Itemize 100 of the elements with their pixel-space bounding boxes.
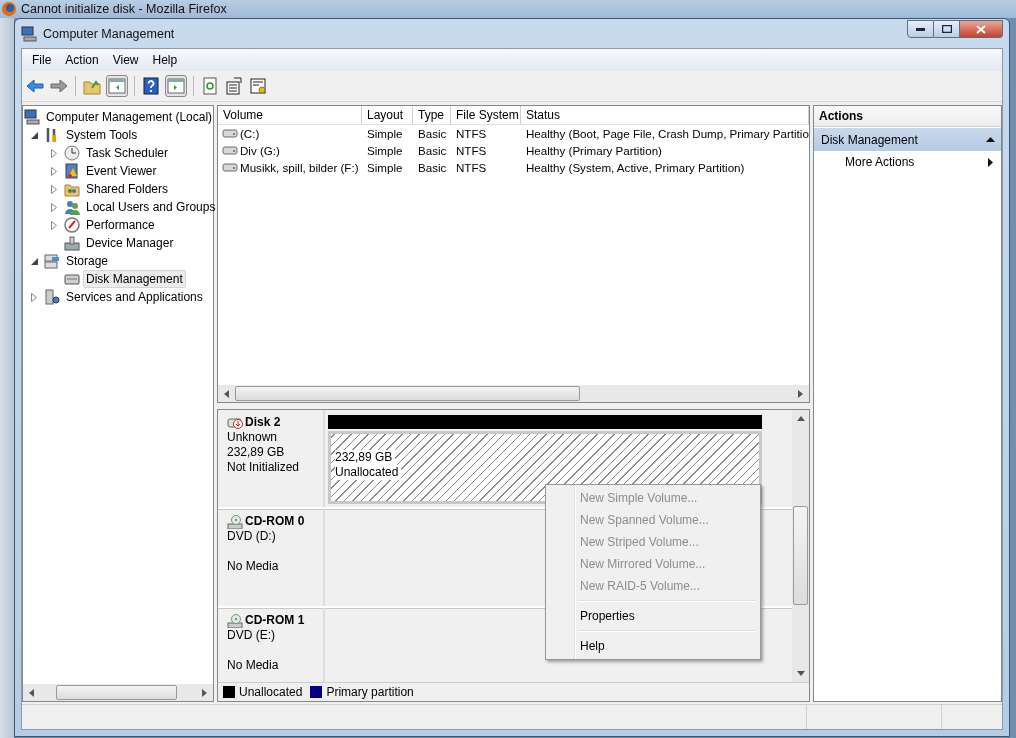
tree-item[interactable]: Disk Management [83,270,186,288]
scroll-left-arrow-icon[interactable] [29,688,34,697]
horizontal-scrollbar[interactable] [23,684,213,701]
drive-icon [64,271,80,287]
forward-arrow-icon[interactable] [49,76,69,96]
table-cell-text: NTFS [455,144,488,157]
clock-icon [64,145,80,161]
section-header[interactable]: Disk Management [814,128,1001,151]
pane-title: Actions [814,106,1001,127]
menu-item[interactable]: File [25,51,59,69]
close-button[interactable] [960,20,1003,38]
disk-size: 232,89 GB [227,445,286,460]
section-title: Disk Management [821,132,918,147]
window-title: Computer Management [43,26,176,41]
column-header[interactable]: Volume [218,106,362,124]
legend-label: Primary partition [326,685,414,699]
disk-status: Not Initialized [227,460,301,475]
table-cell-text: Basic [417,144,448,157]
tree-item[interactable]: Event Viewer [83,162,160,180]
column-header[interactable]: Status [521,106,809,124]
tree-item[interactable]: Task Scheduler [83,144,172,162]
app-icon [21,25,37,42]
action-link[interactable]: More Actions [814,151,1001,173]
disk-status: No Media [227,559,280,574]
menu-item[interactable]: View [105,51,146,69]
collapsed-arrow-icon[interactable] [51,220,57,230]
users-icon [64,199,80,215]
table-cell: Musikk, spill, bilder (F:) [240,161,359,174]
tree-item[interactable]: Device Manager [83,234,177,252]
table-cell-text: NTFS [455,127,488,140]
tree-item[interactable]: Services and Applications [63,288,206,306]
pane-toggle-icon[interactable] [165,75,187,97]
partition-label: Unallocated [335,465,402,480]
device-icon [64,235,80,251]
disk-name: Disk 2 [245,415,281,430]
optical-drive-icon [227,613,244,628]
scroll-up-arrow-icon[interactable] [796,416,805,421]
tree-item[interactable]: Shared Folders [83,180,172,198]
action-label: More Actions [845,155,915,169]
table-cell-text: Simple [366,144,404,157]
scroll-down-arrow-icon[interactable] [796,671,805,676]
pane-toggle-icon[interactable] [106,75,128,97]
optical-drive-icon [227,514,244,529]
table-cell: Div (G:) [240,144,280,157]
collapse-caret-icon[interactable] [986,137,995,142]
disk-name: CD-ROM 1 [245,613,305,628]
collapsed-arrow-icon[interactable] [51,184,57,194]
folder-icon [64,181,80,197]
table-cell-text: Healthy (System, Active, Primary Partition) [525,161,746,174]
table-cell-text: Simple [366,127,404,140]
menu-item[interactable]: Properties [548,605,758,627]
scroll-right-arrow-icon[interactable] [202,688,207,697]
column-header[interactable]: File System [451,106,521,124]
menu-item[interactable]: Action [58,51,106,69]
expanded-arrow-icon[interactable] [30,131,38,139]
partition-size: 232,89 GB [335,450,396,465]
disk-status: No Media [227,658,280,673]
disk-type: DVD (E:) [227,628,276,643]
export-list-icon[interactable] [224,76,244,96]
refresh-icon[interactable] [200,76,220,96]
table-cell-text: Basic [417,127,448,140]
tree-item[interactable]: Storage [63,252,112,270]
scroll-left-arrow-icon[interactable] [224,389,229,398]
table-cell-text: NTFS [455,161,488,174]
tree-item[interactable]: System Tools [63,126,141,144]
horizontal-scrollbar[interactable] [218,385,809,402]
vertical-scrollbar[interactable] [792,410,809,682]
tree-item[interactable]: Performance [83,216,158,234]
scroll-right-arrow-icon[interactable] [798,389,803,398]
menu-item[interactable]: Help [145,51,185,69]
column-header[interactable]: Type [413,106,451,124]
collapsed-arrow-icon[interactable] [31,292,37,302]
table-cell-text: Basic [417,161,448,174]
column-header[interactable]: Layout [362,106,413,124]
menu-item[interactable]: Help [548,635,758,657]
collapsed-arrow-icon[interactable] [51,166,57,176]
collapsed-arrow-icon[interactable] [51,148,57,158]
browser-logo-icon [1,1,17,17]
expanded-arrow-icon[interactable] [30,257,38,265]
back-arrow-icon[interactable] [25,76,45,96]
properties-icon[interactable] [248,76,268,96]
gauge-icon [64,217,80,233]
disk-type: Unknown [227,430,279,445]
computer-icon [24,109,40,125]
maximize-icon[interactable] [941,25,952,33]
table-cell-text: Healthy (Boot, Page File, Crash Dump, Primary Partitio [525,127,809,140]
tree-item[interactable]: Local Users and Groups [83,198,219,216]
table-cell-text: Simple [366,161,404,174]
collapsed-arrow-icon[interactable] [51,202,57,212]
log-icon [64,163,80,179]
disk-type: DVD (D:) [227,529,277,544]
minimize-button[interactable] [907,20,934,38]
server-gear-icon [44,289,60,305]
legend-label: Unallocated [239,685,303,699]
minimize-icon[interactable] [916,27,925,31]
close-icon[interactable] [976,24,986,34]
disk-name: CD-ROM 0 [245,514,305,529]
maximize-button[interactable] [934,20,960,38]
tree-item[interactable]: Computer Management (Local) [43,108,216,126]
help-icon[interactable] [141,76,161,96]
